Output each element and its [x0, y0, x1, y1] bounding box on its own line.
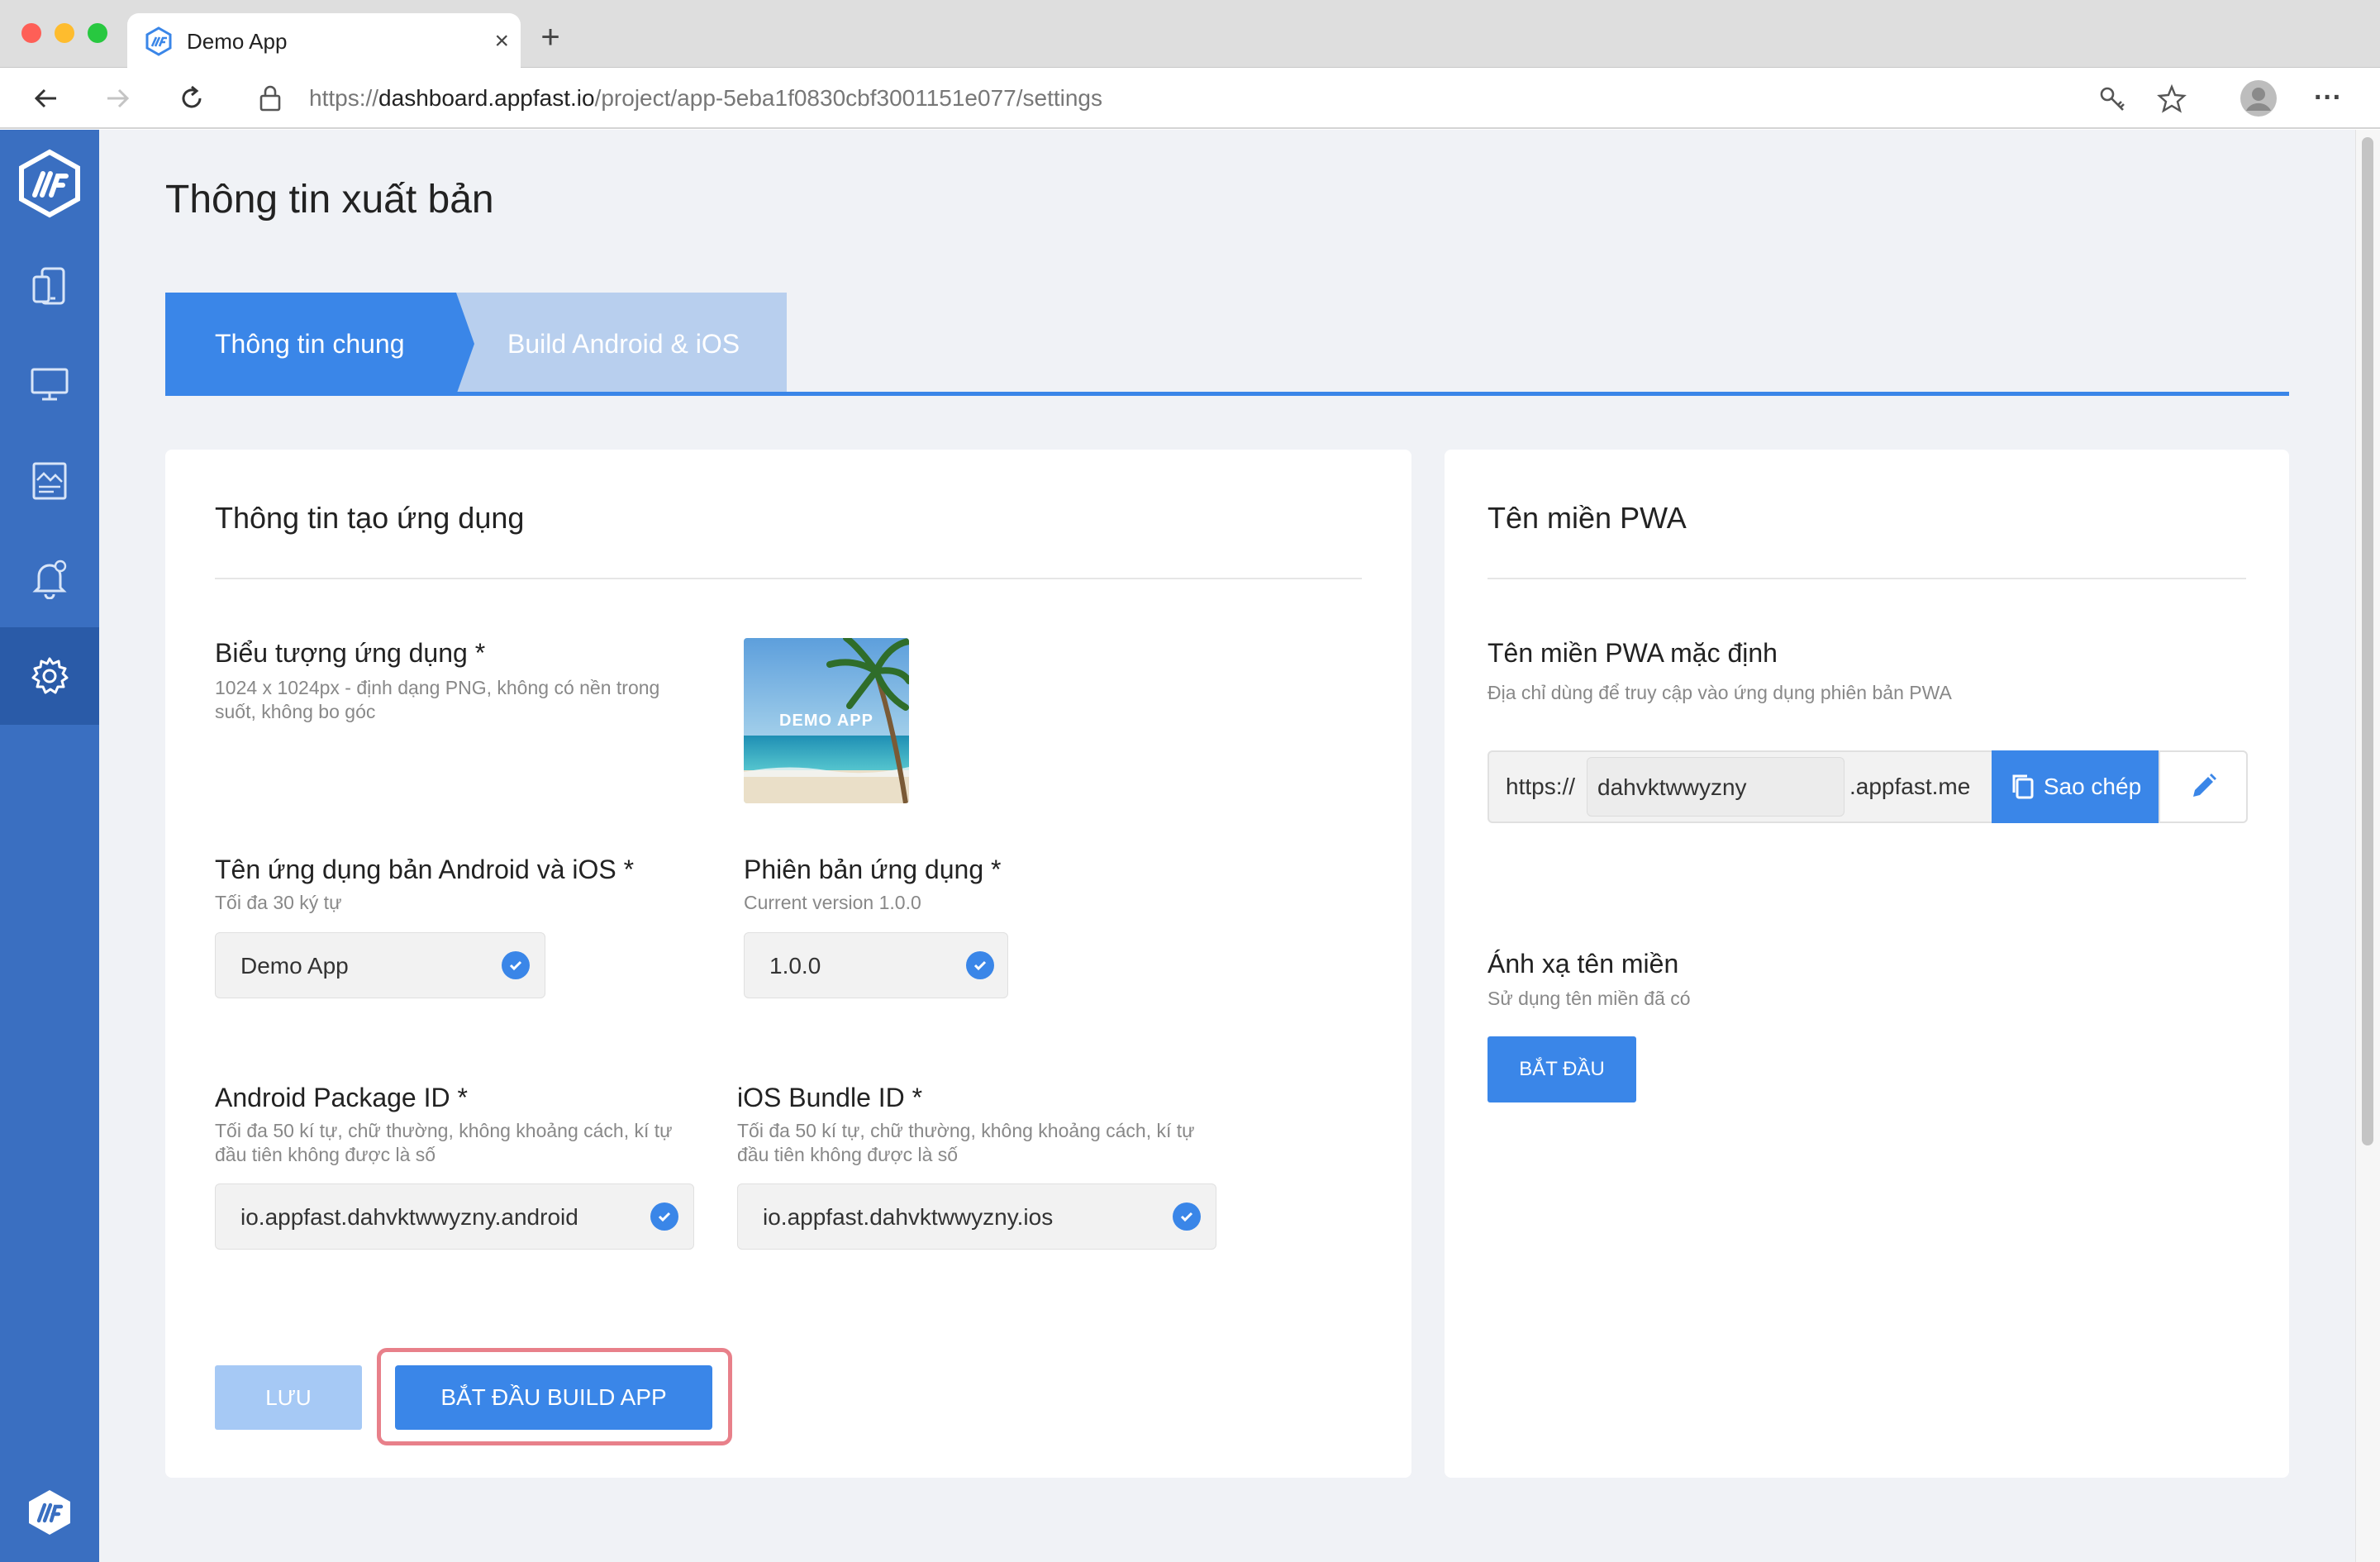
app-name-input[interactable]: Demo App: [215, 932, 545, 998]
image-layout-icon: [32, 462, 67, 500]
app-name-label: Tên ứng dụng bản Android và iOS *: [215, 855, 635, 884]
check-icon: [1173, 1202, 1201, 1231]
appfast-footer-logo-icon: [29, 1490, 70, 1535]
app-name-hint: Tối đa 30 ký tự: [215, 892, 342, 913]
android-id-label: Android Package ID *: [215, 1083, 468, 1112]
sidebar-item-media[interactable]: [0, 432, 99, 530]
pwa-default-label: Tên miền PWA mặc định: [1488, 638, 1778, 668]
back-icon[interactable]: [23, 68, 69, 129]
save-button[interactable]: LƯU: [215, 1365, 362, 1430]
check-icon: [502, 951, 530, 979]
close-window-icon[interactable]: [21, 23, 41, 43]
sidebar-item-settings[interactable]: [0, 627, 99, 725]
tab-build-android-ios[interactable]: Build Android & iOS: [456, 293, 787, 395]
new-tab-icon[interactable]: +: [534, 17, 567, 58]
forward-icon[interactable]: [94, 68, 140, 129]
version-hint: Current version 1.0.0: [744, 892, 921, 913]
pwa-prefix: https://: [1506, 774, 1576, 799]
appfast-favicon-icon: [145, 26, 172, 56]
bookmark-star-icon[interactable]: [2157, 84, 2187, 114]
ios-id-input[interactable]: io.appfast.dahvktwwyzny.ios: [737, 1183, 1216, 1250]
version-value: 1.0.0: [769, 953, 821, 979]
ios-id-value: io.appfast.dahvktwwyzny.ios: [763, 1204, 1054, 1230]
sidebar-logo[interactable]: [0, 130, 99, 237]
copy-icon: [2012, 774, 2034, 799]
version-label: Phiên bản ứng dụng *: [744, 855, 1002, 884]
start-build-button[interactable]: BẮT ĐẦU BUILD APP: [395, 1365, 712, 1430]
tab-active-arrow: [456, 293, 474, 395]
pwa-subdomain-value: dahvktwwyzny: [1597, 774, 1747, 800]
tab-general-info[interactable]: Thông tin chung: [165, 293, 456, 395]
copy-label: Sao chép: [2043, 774, 2142, 799]
address-bar[interactable]: https://dashboard.appfast.io/project/app…: [240, 73, 2187, 124]
devices-icon: [32, 267, 65, 305]
android-id-hint: Tối đa 50 kí tự, chữ thường, không khoản…: [215, 1120, 673, 1165]
edit-button[interactable]: [2159, 750, 2248, 823]
app-name-value: Demo App: [240, 953, 349, 979]
tab-underline: [165, 392, 2289, 396]
pencil-icon: [2193, 774, 2216, 797]
reload-icon[interactable]: [169, 68, 215, 129]
tab-close-icon[interactable]: ×: [494, 13, 509, 69]
appfast-logo-icon: [19, 149, 80, 218]
page-scrollbar-thumb[interactable]: [2362, 137, 2373, 1145]
maximize-window-icon[interactable]: [88, 23, 107, 43]
app-icon-hint: 1024 x 1024px - định dạng PNG, không có …: [215, 677, 660, 722]
sidebar-item-devices[interactable]: [0, 237, 99, 335]
copy-button[interactable]: Sao chép: [1992, 750, 2159, 823]
url-text: https://dashboard.appfast.io/project/app…: [309, 73, 1102, 124]
app-icon-label: Biểu tượng ứng dụng *: [215, 638, 486, 668]
browser-tab[interactable]: Demo App ×: [127, 13, 521, 69]
tab-title: Demo App: [187, 29, 288, 54]
browser-menu-icon[interactable]: ···: [2314, 76, 2342, 119]
check-icon: [966, 951, 994, 979]
pwa-subdomain-input[interactable]: dahvktwwyzny: [1587, 757, 1844, 817]
android-id-input[interactable]: io.appfast.dahvktwwyzny.android: [215, 1183, 694, 1250]
app-icon-preview[interactable]: DEMO APP: [744, 638, 909, 803]
notification-bell-icon: [32, 560, 67, 599]
minimize-window-icon[interactable]: [55, 23, 74, 43]
pwa-domain-group: https:// dahvktwwyzny .appfast.me Sao ch…: [1488, 750, 2248, 823]
pwa-default-hint: Địa chỉ dùng để truy cập vào ứng dụng ph…: [1488, 682, 1952, 703]
domain-mapping-hint: Sử dụng tên miền đã có: [1488, 988, 1691, 1009]
domain-mapping-label: Ánh xạ tên miền: [1488, 949, 1679, 979]
start-mapping-button[interactable]: BẮT ĐẦU: [1488, 1036, 1636, 1102]
app-icon-caption: DEMO APP: [779, 711, 873, 730]
browser-toolbar: https://dashboard.appfast.io/project/app…: [0, 68, 2380, 129]
pwa-suffix: .appfast.me: [1849, 774, 1971, 799]
key-icon[interactable]: [2097, 84, 2127, 114]
pwa-title: Tên miền PWA: [1488, 501, 1687, 535]
pwa-divider: [1488, 578, 2246, 579]
sidebar-item-notifications[interactable]: [0, 530, 99, 627]
app-sidebar: [0, 130, 99, 1562]
app-info-title: Thông tin tạo ứng dụng: [215, 501, 525, 535]
browser-titlebar: Demo App × +: [0, 0, 2380, 69]
settings-gear-icon: [31, 657, 69, 694]
url-path: /project/app-5eba1f0830cbf3001151e077/se…: [594, 85, 1102, 111]
sidebar-footer-logo[interactable]: [0, 1464, 99, 1561]
version-input[interactable]: 1.0.0: [744, 932, 1008, 998]
page-title: Thông tin xuất bản: [165, 178, 494, 221]
desktop-icon: [31, 368, 69, 401]
android-id-value: io.appfast.dahvktwwyzny.android: [240, 1204, 578, 1230]
check-icon: [650, 1202, 678, 1231]
url-host: dashboard.appfast.io: [378, 85, 595, 111]
url-scheme: https://: [309, 85, 379, 111]
profile-avatar-icon[interactable]: [2240, 79, 2278, 117]
app-info-divider: [215, 578, 1362, 579]
lock-icon: [259, 85, 281, 112]
ios-id-hint: Tối đa 50 kí tự, chữ thường, không khoản…: [737, 1120, 1195, 1165]
sidebar-item-desktop[interactable]: [0, 335, 99, 432]
ios-id-label: iOS Bundle ID *: [737, 1083, 923, 1112]
